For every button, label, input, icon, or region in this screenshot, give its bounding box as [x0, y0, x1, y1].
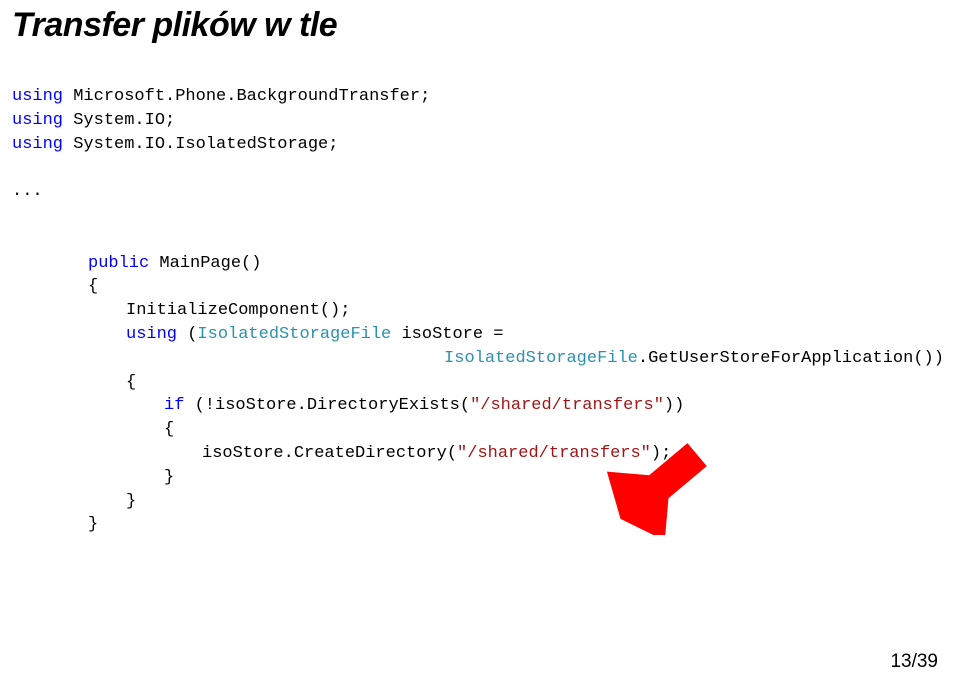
slide-title: Transfer plików w tle: [0, 0, 960, 45]
code-line: if (!isoStore.DirectoryExists("/shared/t…: [12, 394, 948, 418]
code-line: using System.IO.IsolatedStorage;: [12, 133, 948, 157]
code-block: using Microsoft.Phone.BackgroundTransfer…: [0, 45, 960, 537]
code-line: IsolatedStorageFile.GetUserStoreForAppli…: [12, 347, 948, 371]
code-line: [12, 156, 948, 180]
code-line: {: [12, 418, 948, 442]
code-line: [12, 228, 948, 252]
code-line: using Microsoft.Phone.BackgroundTransfer…: [12, 85, 948, 109]
code-line: }: [12, 490, 948, 514]
code-line: }: [12, 466, 948, 490]
code-line: isoStore.CreateDirectory("/shared/transf…: [12, 442, 948, 466]
code-line: }: [12, 513, 948, 537]
page-number: 13/39: [890, 651, 938, 673]
code-line: public MainPage(): [12, 252, 948, 276]
code-line: ...: [12, 180, 948, 204]
code-line: using System.IO;: [12, 109, 948, 133]
code-line: using (IsolatedStorageFile isoStore =: [12, 323, 948, 347]
code-line: {: [12, 275, 948, 299]
code-line: {: [12, 371, 948, 395]
code-line: [12, 204, 948, 228]
code-line: InitializeComponent();: [12, 299, 948, 323]
